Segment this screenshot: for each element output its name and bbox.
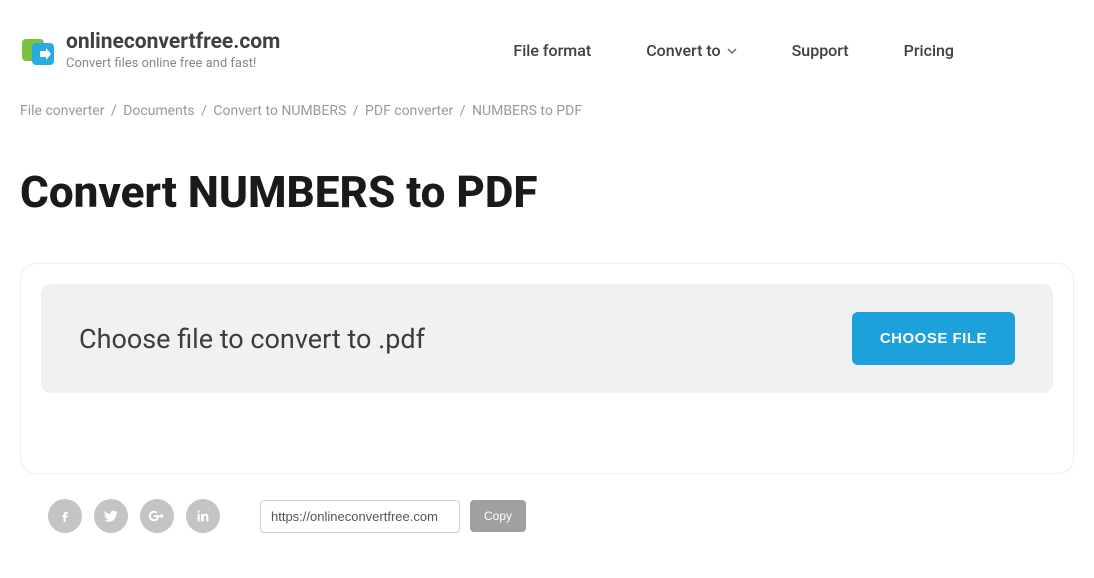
nav-pricing[interactable]: Pricing <box>904 41 954 60</box>
breadcrumb-item[interactable]: File converter <box>20 103 104 119</box>
site-name[interactable]: onlineconvertfree.com <box>66 30 280 54</box>
google-plus-icon[interactable] <box>140 499 174 533</box>
copy-button[interactable]: Copy <box>470 500 526 532</box>
nav-convert-to[interactable]: Convert to <box>646 41 736 60</box>
linkedin-icon[interactable] <box>186 499 220 533</box>
logo-icon <box>20 33 56 69</box>
share-row: Copy <box>0 489 1094 553</box>
breadcrumb-item[interactable]: NUMBERS to PDF <box>472 103 582 119</box>
upload-panel: Choose file to convert to .pdf CHOOSE FI… <box>41 284 1053 393</box>
nav-convert-to-label: Convert to <box>646 41 720 60</box>
page-title: Convert NUMBERS to PDF <box>0 131 1094 248</box>
chevron-down-icon <box>727 41 737 60</box>
choose-file-button[interactable]: CHOOSE FILE <box>852 312 1015 365</box>
breadcrumb-item[interactable]: Documents <box>123 103 194 119</box>
upload-prompt: Choose file to convert to .pdf <box>79 323 425 355</box>
tagline: Convert files online free and fast! <box>66 56 280 71</box>
converter-card: Choose file to convert to .pdf CHOOSE FI… <box>20 263 1074 474</box>
nav-file-format[interactable]: File format <box>513 41 591 60</box>
share-url-input[interactable] <box>260 500 460 533</box>
breadcrumb: File converter / Documents / Convert to … <box>0 91 1094 131</box>
breadcrumb-item[interactable]: Convert to NUMBERS <box>213 103 346 119</box>
nav-support[interactable]: Support <box>792 41 849 60</box>
facebook-icon[interactable] <box>48 499 82 533</box>
breadcrumb-item[interactable]: PDF converter <box>365 103 453 119</box>
twitter-icon[interactable] <box>94 499 128 533</box>
main-nav: File format Convert to Support Pricing <box>513 41 1074 60</box>
